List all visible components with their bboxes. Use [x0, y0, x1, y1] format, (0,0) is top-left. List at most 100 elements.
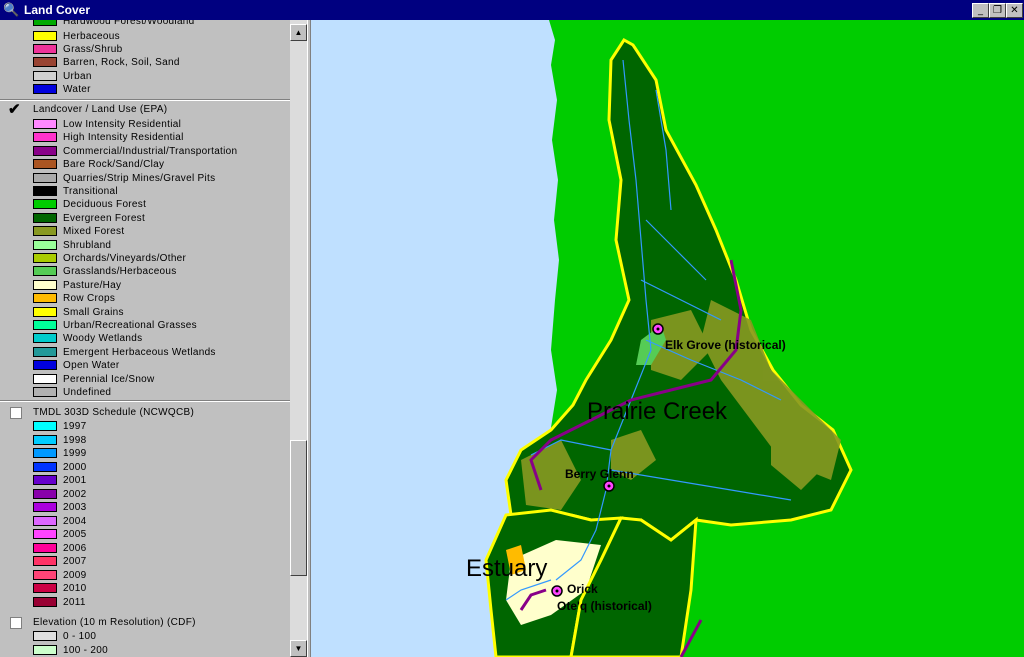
layer-name-tmdl[interactable]: TMDL 303D Schedule (NCWQCB) [33, 406, 194, 419]
legend-swatch [33, 333, 57, 344]
legend-swatch [33, 529, 57, 539]
layer-name-epa[interactable]: Landcover / Land Use (EPA) [33, 103, 167, 116]
legend-label: Shrubland [63, 239, 112, 251]
legend-item: Commercial/Industrial/Transportation [0, 145, 290, 158]
legend-swatch [33, 434, 57, 445]
legend-label: 2009 [63, 569, 87, 581]
legend-item: Transitional [0, 185, 290, 198]
legend-swatch [33, 293, 57, 304]
layer-checkbox-elevation[interactable] [10, 617, 22, 629]
scroll-up-button[interactable]: ▲ [290, 24, 307, 41]
legend-swatch [33, 515, 57, 526]
legend-label: 100 - 200 [63, 644, 108, 656]
window-title: Land Cover [24, 3, 91, 17]
legend-swatch [33, 421, 57, 431]
legend-label: 2005 [63, 529, 87, 540]
legend-swatch [33, 145, 57, 156]
legend-swatch [33, 57, 57, 67]
legend-swatch [33, 159, 57, 170]
layer-checkbox-tmdl[interactable] [10, 407, 22, 419]
legend-swatch [33, 373, 57, 384]
legend-label: 2000 [63, 461, 87, 473]
legend-swatch [33, 306, 57, 317]
legend-item: 1998 [0, 434, 290, 447]
layer-separator [0, 400, 290, 402]
legend-item: 0 - 100 [0, 630, 290, 643]
legend-swatch [33, 199, 57, 210]
legend-swatch [33, 583, 57, 593]
legend-item: 2000 [0, 461, 290, 474]
legend-label: Small Grains [63, 306, 124, 318]
legend-swatch [33, 212, 57, 223]
legend-swatch [33, 461, 57, 472]
legend-label: 2010 [63, 583, 87, 594]
scroll-down-button[interactable]: ▼ [290, 640, 307, 657]
legend-item: Small Grains [0, 306, 290, 319]
legend-swatch [33, 448, 57, 458]
legend-label: Evergreen Forest [63, 212, 146, 224]
legend-label: 2007 [63, 556, 87, 567]
legend-label: Mixed Forest [63, 226, 125, 238]
close-button[interactable]: ✕ [1006, 3, 1023, 18]
scroll-thumb[interactable] [290, 440, 307, 576]
legend-label: Transitional [63, 186, 118, 197]
legend-label: 2011 [63, 596, 86, 608]
legend-item: Row Crops [0, 292, 290, 305]
restore-button[interactable]: ❐ [989, 3, 1006, 18]
legend-label: Open Water [63, 360, 120, 372]
legend-item: Grasslands/Herbaceous [0, 265, 290, 278]
legend-item: 2005 [0, 528, 290, 541]
region-label-prairie-creek: Prairie Creek [587, 398, 728, 425]
legend-swatch [33, 596, 57, 607]
legend-swatch [33, 20, 57, 26]
legend-item: 2006 [0, 542, 290, 555]
legend-swatch [33, 239, 57, 250]
legend-swatch [33, 475, 57, 485]
legend-label: 2006 [63, 542, 87, 554]
legend-item: Grass/Shrub [0, 43, 290, 56]
legend-swatch [33, 631, 57, 641]
legend-swatch [33, 84, 57, 94]
legend-label: Grasslands/Herbaceous [63, 266, 177, 278]
legend-label: 1999 [63, 448, 87, 459]
legend-item: 2002 [0, 488, 290, 501]
legend-item: Deciduous Forest [0, 198, 290, 211]
place-label-oteq: Ote'q (historical) [557, 599, 652, 613]
legend-swatch [33, 31, 57, 41]
legend-label: Urban/Recreational Grasses [63, 320, 197, 331]
checkmark-icon[interactable]: ✔ [8, 102, 21, 117]
legend-swatch [33, 320, 57, 330]
legend-item: Undefined [0, 386, 290, 399]
toc-scrollbar[interactable]: ▲ ▼ [290, 20, 307, 657]
legend-item: 1999 [0, 447, 290, 460]
legend-label: Perennial Ice/Snow [63, 373, 155, 385]
legend-label: Bare Rock/Sand/Clay [63, 159, 165, 171]
legend-swatch [33, 644, 57, 655]
legend-item: Orchards/Vineyards/Other [0, 252, 290, 265]
map-view[interactable]: Elk Grove (historical) Berry Glenn Orick… [311, 20, 1024, 657]
legend-item: High Intensity Residential [0, 131, 290, 144]
legend-item: Barren, Rock, Soil, Sand [0, 56, 290, 69]
legend-item: Shrubland [0, 239, 290, 252]
legend-swatch [33, 119, 57, 129]
legend-label: 0 - 100 [63, 631, 97, 642]
legend-swatch [33, 542, 57, 553]
legend-label: Deciduous Forest [63, 199, 147, 211]
minimize-button[interactable]: _ [972, 3, 989, 18]
legend-swatch [33, 132, 57, 143]
legend-label: High Intensity Residential [63, 132, 184, 144]
legend-item: 1997 [0, 420, 290, 433]
legend-item: Pasture/Hay [0, 279, 290, 292]
legend-label: Emergent Herbaceous Wetlands [63, 346, 216, 358]
legend-item: Low Intensity Residential [0, 118, 290, 131]
legend-label: 2001 [63, 475, 87, 486]
layer-separator [0, 99, 290, 101]
table-of-contents: Hardwood Forest/Woodland Herbaceous Gras… [0, 20, 290, 657]
legend-item: 2009 [0, 569, 290, 582]
legend-label: Commercial/Industrial/Transportation [63, 145, 238, 157]
legend-swatch [33, 226, 57, 237]
legend-item: 2001 [0, 474, 290, 487]
place-label-berry-glenn: Berry Glenn [565, 467, 634, 481]
layer-name-elevation[interactable]: Elevation (10 m Resolution) (CDF) [33, 616, 196, 629]
legend-item: 2011 [0, 596, 290, 609]
